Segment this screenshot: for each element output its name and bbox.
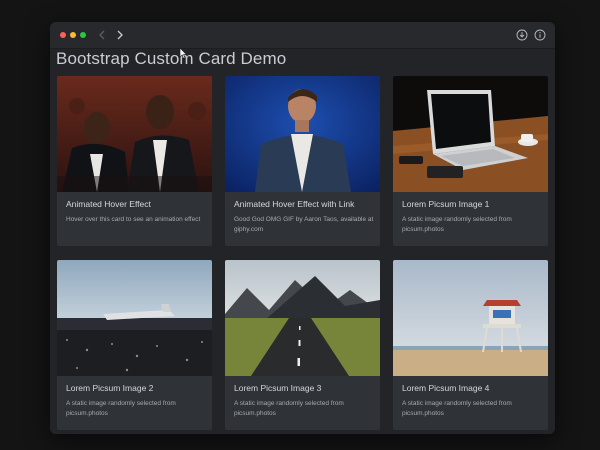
card-title: Lorem Picsum Image 3 <box>234 383 322 393</box>
card-title: Lorem Picsum Image 1 <box>402 199 490 209</box>
maximize-window-button[interactable] <box>80 32 86 38</box>
card-text: Hover over this card to see an animation… <box>66 216 201 223</box>
card-text: A static image randomly selected from pi… <box>402 216 512 233</box>
card-text: A static image randomly selected from pi… <box>66 400 176 417</box>
mouse-cursor-icon <box>180 48 188 59</box>
chevron-right-icon[interactable] <box>114 28 126 42</box>
card-picsum-3[interactable]: Lorem Picsum Image 3 A static image rand… <box>225 260 380 430</box>
window-titlebar <box>50 22 555 49</box>
download-icon[interactable] <box>516 29 528 41</box>
laptop-on-desk-photo <box>393 76 548 192</box>
chevron-left-icon[interactable] <box>96 28 108 42</box>
movie-audience-photo <box>57 76 212 192</box>
close-window-button[interactable] <box>60 32 66 38</box>
man-in-denim-jacket-photo <box>225 76 380 192</box>
card-title: Animated Hover Effect with Link <box>234 199 355 209</box>
card-title: Lorem Picsum Image 4 <box>402 383 490 393</box>
card-title: Lorem Picsum Image 2 <box>66 383 154 393</box>
lifeguard-tower-photo <box>393 260 548 376</box>
card-text: A static image randomly selected from pi… <box>402 400 512 417</box>
info-icon[interactable] <box>534 29 546 41</box>
page-title: Bootstrap Custom Card Demo <box>56 49 287 68</box>
minimize-window-button[interactable] <box>70 32 76 38</box>
card-text: A static image randomly selected from pi… <box>234 400 344 417</box>
card-picsum-4[interactable]: Lorem Picsum Image 4 A static image rand… <box>393 260 548 430</box>
card-picsum-2[interactable]: Lorem Picsum Image 2 A static image rand… <box>57 260 212 430</box>
card-title: Animated Hover Effect <box>66 199 151 209</box>
card-text: Good God OMG GIF by Aaron Taos, availabl… <box>234 216 374 233</box>
card-animated-hover-link[interactable]: Animated Hover Effect with Link Good God… <box>225 76 380 246</box>
card-animated-hover[interactable]: Animated Hover Effect Hover over this ca… <box>57 76 212 246</box>
plane-wreck-photo <box>57 260 212 376</box>
card-picsum-1[interactable]: Lorem Picsum Image 1 A static image rand… <box>393 76 548 246</box>
mountain-road-photo <box>225 260 380 376</box>
browser-window: Bootstrap Custom Card Demo Animated Hove… <box>50 22 555 434</box>
